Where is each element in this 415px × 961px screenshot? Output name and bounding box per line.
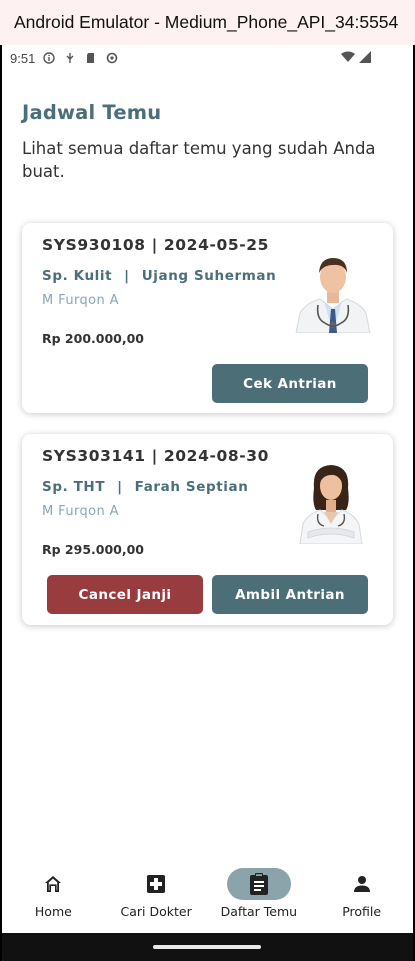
page-subtitle: Lihat semua daftar temu yang sudah Anda … [22,139,376,181]
check-queue-button[interactable]: Cek Antrian [212,364,368,403]
patient-name: M Furqon A [42,293,119,308]
page-title: Jadwal Temu [22,101,162,124]
clipboard-icon [249,873,268,895]
cancel-appointment-button[interactable]: Cancel Janji [47,575,203,614]
nav-icon-container-active [226,868,291,900]
nav-item-profile[interactable]: Profile [310,860,413,932]
nav-label: Home [34,904,72,919]
doctor-photo-female [296,458,366,544]
home-gesture-handle[interactable] [153,945,261,949]
nav-item-appointments[interactable]: Daftar Temu [208,860,311,932]
nav-label: Daftar Temu [220,904,298,919]
sync-icon [107,52,118,64]
specialty-label: Sp. Kulit [42,268,113,284]
emulator-title: Android Emulator - Medium_Phone_API_34:5… [14,12,399,32]
separator: | [124,268,130,284]
separator: | [117,479,123,495]
phone-screen: 9:51 Jadwal Temu Lihat semua daftar temu… [2,45,413,961]
patient-name: M Furqon A [42,504,119,519]
person-icon [353,876,370,892]
specialty-label: Sp. THT [42,479,106,495]
info-icon [43,52,56,64]
nav-label: Cari Dokter [120,904,192,919]
appointment-card: SYS303141 | 2024-08-30 Sp. THT | Farah Sep… [22,434,393,625]
status-time: 9:51 [10,50,36,66]
appointment-code-date: SYS930108 | 2024-05-25 [42,236,270,254]
nav-item-find-doctor[interactable]: Cari Dokter [105,860,208,932]
appointment-specialty-doctor: Sp. Kulit | Ujang Suherman [42,268,276,284]
nav-item-home[interactable]: Home [2,860,105,932]
appointment-price: Rp 200.000,00 [42,331,145,346]
nav-icon-container [124,868,188,900]
doctor-name: Ujang Suherman [141,268,277,284]
status-bar: 9:51 [2,45,413,71]
wifi-icon [341,51,355,62]
signal-icon [359,51,371,63]
appointment-code-date: SYS303141 | 2024-08-30 [42,447,270,465]
medical-cross-icon [147,875,166,893]
nav-icon-container [330,868,394,900]
doctor-photo-male [292,249,374,333]
home-icon [45,876,62,892]
bottom-navigation: Home Cari Dokter Daftar Temu Profile [2,860,413,932]
appointment-price: Rp 295.000,00 [42,542,145,557]
doctor-name: Farah Septian [134,479,249,495]
take-queue-button[interactable]: Ambil Antrian [212,575,368,614]
sd-card-icon [87,53,95,63]
usb-debug-icon [66,53,74,63]
appointment-specialty-doctor: Sp. THT | Farah Septian [42,479,248,495]
system-gesture-bar [2,933,413,961]
appointment-card: SYS930108 | 2024-05-25 Sp. Kulit | Ujang S… [22,223,393,413]
nav-label: Profile [342,904,382,919]
emulator-title-bar: Android Emulator - Medium_Phone_API_34:5… [0,0,415,45]
nav-icon-container [21,868,85,900]
